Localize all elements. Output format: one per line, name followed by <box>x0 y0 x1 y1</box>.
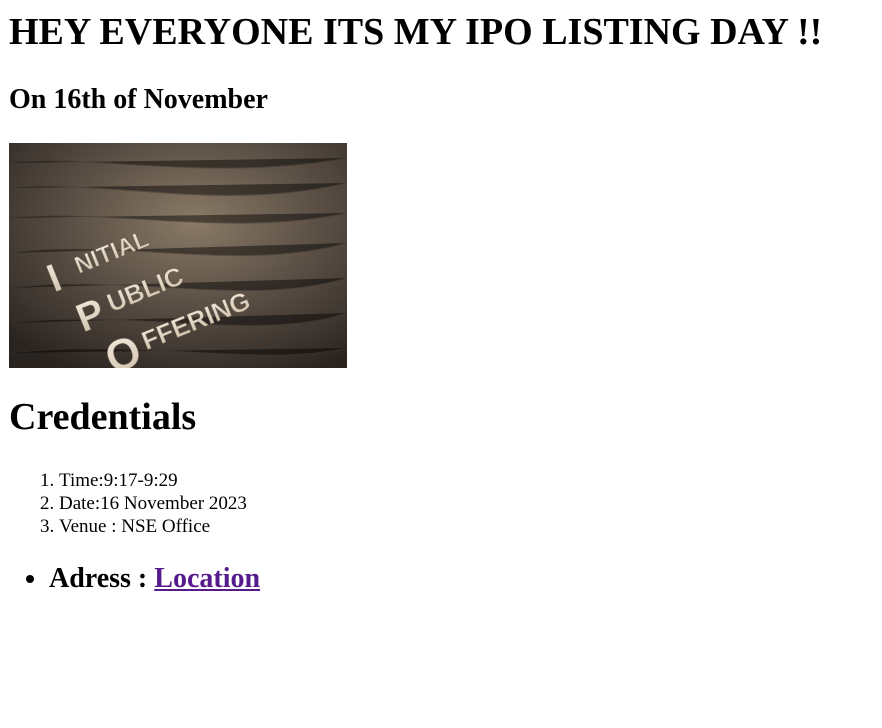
address-item: Adress : Location <box>49 561 260 597</box>
page-subtitle: On 16th of November <box>9 84 268 115</box>
credential-date: Date:16 November 2023 <box>59 492 247 515</box>
credential-venue: Venue : NSE Office <box>59 515 247 538</box>
address-list: Adress : Location <box>9 561 260 597</box>
location-link[interactable]: Location <box>154 563 260 594</box>
address-label: Adress : <box>49 563 155 594</box>
credential-time: Time:9:17-9:29 <box>59 469 247 492</box>
page-title: HEY EVERYONE ITS MY IPO LISTING DAY !! <box>9 11 823 53</box>
ipo-hero-image: I NITIAL P UBLIC O FFERING <box>9 143 347 368</box>
credentials-heading: Credentials <box>9 396 197 438</box>
credentials-list: Time:9:17-9:29 Date:16 November 2023 Ven… <box>9 469 247 538</box>
